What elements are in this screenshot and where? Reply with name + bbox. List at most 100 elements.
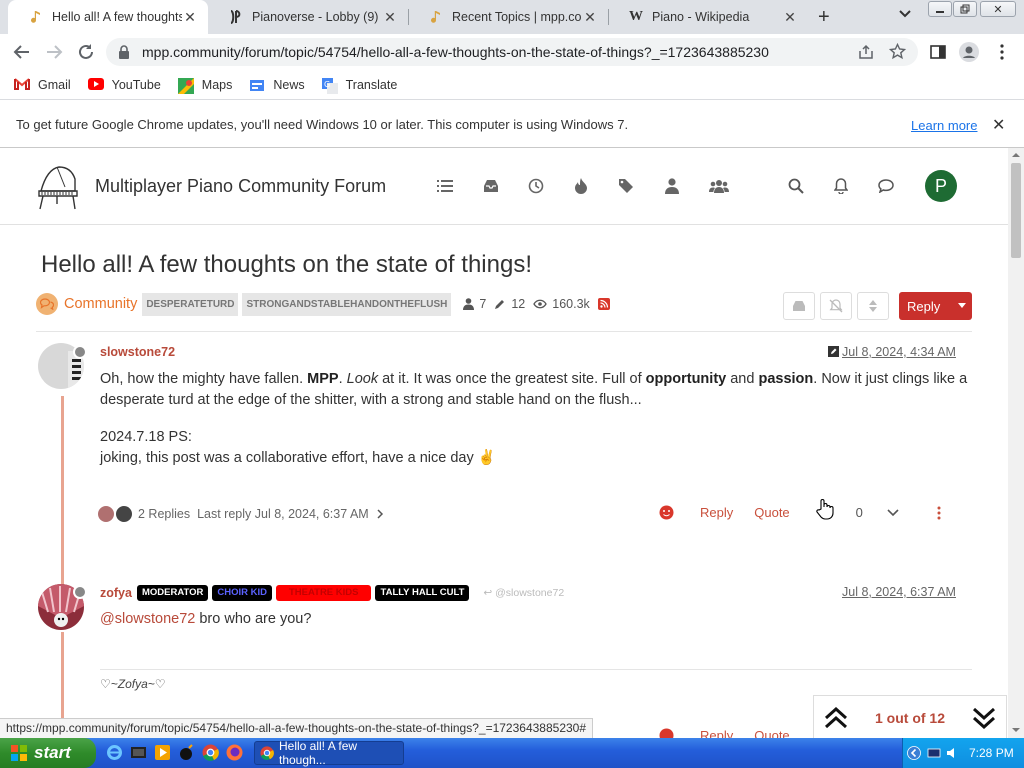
search-icon[interactable]	[787, 177, 805, 195]
infobar-message: To get future Google Chrome updates, you…	[16, 116, 629, 132]
share-icon[interactable]	[858, 44, 874, 60]
tags-icon[interactable]	[618, 177, 636, 195]
lock-icon	[118, 45, 130, 59]
browser-toolbar: mpp.community/forum/topic/54754/hello-al…	[0, 34, 1024, 70]
tag-strongandstable[interactable]: STRONGANDSTABLEHANDONTHEFLUSH	[242, 292, 452, 316]
back-arrow-icon[interactable]	[12, 42, 32, 62]
bookmark-star-icon[interactable]	[889, 43, 906, 60]
replies-summary[interactable]: 2 Replies Last reply Jul 8, 2024, 6:37 A…	[98, 506, 384, 522]
user-avatar[interactable]: P	[925, 170, 957, 202]
network-icon[interactable]	[927, 746, 941, 760]
volume-icon[interactable]	[945, 746, 959, 760]
tray-expand-icon[interactable]	[907, 746, 921, 760]
post-body: Oh, how the mighty have fallen. MPP. Loo…	[100, 371, 968, 408]
topic-reply-button[interactable]: Reply	[899, 292, 972, 320]
player-icon[interactable]	[154, 744, 171, 761]
media-icon[interactable]	[130, 744, 147, 761]
close-icon[interactable]: ✕	[992, 115, 1005, 135]
close-tab-icon[interactable]: ✕	[182, 9, 198, 26]
bell-icon[interactable]	[832, 177, 850, 195]
chrome-icon	[260, 746, 274, 760]
tab-hello-all[interactable]: Hello all! A few thoughts ✕	[8, 0, 208, 34]
bomb-icon[interactable]	[178, 744, 195, 761]
clock[interactable]: 7:28 PM	[969, 746, 1014, 760]
firefox-icon[interactable]	[226, 744, 243, 761]
pianoverse-icon	[228, 9, 244, 25]
post-timestamp[interactable]: Jul 8, 2024, 6:37 AM	[842, 585, 956, 599]
clock-icon[interactable]	[527, 177, 545, 195]
forum-brand[interactable]: Multiplayer Piano Community Forum	[95, 176, 386, 197]
hand-cursor-icon	[816, 498, 834, 520]
emoji-reaction-icon[interactable]	[659, 505, 674, 520]
user-icon[interactable]	[663, 177, 681, 195]
forum-header: Multiplayer Piano Community Forum P	[0, 148, 1008, 225]
reply-to-link[interactable]: ↩ @slowstone72	[483, 587, 564, 599]
bookmark-youtube[interactable]: YouTube	[87, 77, 161, 92]
post-timestamp[interactable]: Jul 8, 2024, 4:34 AM	[842, 345, 956, 359]
tab-pianoverse[interactable]: Pianoverse - Lobby (9) ✕	[208, 0, 408, 34]
bookmark-gmail[interactable]: Gmail	[14, 78, 71, 92]
bookmark-maps[interactable]: Maps	[177, 77, 232, 94]
bookmark-translate[interactable]: G Translate	[321, 77, 397, 94]
users-icon[interactable]	[708, 177, 730, 195]
rss-icon[interactable]	[597, 298, 615, 310]
kebab-menu-icon[interactable]	[937, 506, 941, 520]
tab-wikipedia[interactable]: W Piano - Wikipedia ✕	[608, 0, 808, 34]
chevron-down-icon[interactable]	[887, 508, 899, 517]
tab-search-chevron-icon[interactable]	[898, 9, 912, 19]
pagination-text[interactable]: 1 out of 12	[875, 710, 945, 726]
quote-button[interactable]: Quote	[754, 728, 789, 738]
inbox-icon[interactable]	[482, 177, 500, 195]
reply-button[interactable]: Reply	[700, 728, 733, 738]
emoji-reaction-icon[interactable]	[659, 728, 674, 738]
youtube-icon	[87, 77, 104, 92]
kebab-menu-icon[interactable]	[992, 42, 1012, 62]
badge-choir-kid: CHOIR KID	[212, 585, 272, 601]
list-icon[interactable]	[436, 177, 454, 195]
scrollbar-thumb[interactable]	[1011, 163, 1021, 258]
category-link[interactable]: Community	[36, 293, 137, 315]
learn-more-link[interactable]: Learn more	[911, 118, 977, 133]
post-signature: ♡~Zofya~♡	[100, 677, 166, 691]
inbox-toggle-button[interactable]	[783, 292, 815, 320]
close-tab-icon[interactable]: ✕	[582, 9, 598, 26]
forward-arrow-icon[interactable]	[44, 42, 64, 62]
signature-divider	[100, 669, 972, 670]
sort-icon[interactable]	[857, 292, 889, 320]
chat-icon[interactable]	[877, 177, 895, 195]
close-tab-icon[interactable]: ✕	[382, 9, 398, 26]
taskbar-chrome-window[interactable]: Hello all! A few though...	[254, 739, 404, 767]
bookmark-news[interactable]: News	[249, 78, 305, 92]
profile-icon[interactable]	[959, 42, 979, 62]
status-indicator	[73, 585, 87, 599]
tag-desperateturd[interactable]: DESPERATETURD	[142, 292, 239, 316]
start-button[interactable]: start	[0, 738, 96, 768]
reload-icon[interactable]	[76, 42, 96, 62]
page-scrollbar[interactable]	[1008, 148, 1024, 738]
scroll-up-icon[interactable]	[1012, 152, 1020, 157]
piano-logo-icon[interactable]	[35, 161, 79, 211]
chrome-icon[interactable]	[202, 744, 219, 761]
address-bar[interactable]: mpp.community/forum/topic/54754/hello-al…	[106, 38, 918, 66]
post-username[interactable]: slowstone72	[100, 345, 175, 359]
double-chevron-up-icon[interactable]	[824, 707, 848, 729]
pencil-icon	[495, 300, 505, 309]
new-tab-plus-icon[interactable]: +	[818, 6, 830, 29]
double-chevron-down-icon[interactable]	[972, 707, 996, 729]
restore-icon[interactable]	[953, 1, 977, 17]
fire-icon[interactable]	[572, 177, 590, 195]
bell-slash-icon[interactable]	[820, 292, 852, 320]
post-username[interactable]: zofya	[100, 586, 132, 600]
close-tab-icon[interactable]: ✕	[782, 9, 798, 26]
tab-recent-topics[interactable]: Recent Topics | mpp.comm ✕	[408, 0, 608, 34]
reply-button[interactable]: Reply	[700, 505, 733, 520]
ie-icon[interactable]	[106, 744, 123, 761]
window-close-icon[interactable]: ✕	[980, 1, 1016, 17]
scroll-down-icon[interactable]	[1012, 728, 1020, 733]
mention-link[interactable]: @slowstone72	[100, 611, 195, 627]
minimize-icon[interactable]	[928, 1, 952, 17]
quote-button[interactable]: Quote	[754, 505, 789, 520]
reply-avatar	[98, 506, 114, 522]
caret-down-icon[interactable]	[958, 303, 966, 308]
sidebar-panel-icon[interactable]	[928, 42, 948, 62]
